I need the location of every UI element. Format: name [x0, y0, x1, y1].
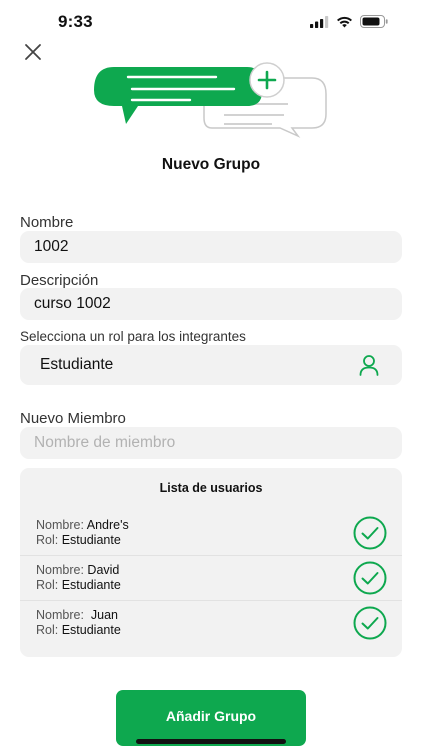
list-item: Nombre: Juan Rol: Estudiante: [20, 601, 402, 645]
user-role-prefix: Rol:: [36, 578, 59, 592]
role-label: Selecciona un rol para los integrantes: [20, 329, 246, 344]
page-title: Nuevo Grupo: [161, 156, 261, 173]
role-value: Estudiante: [40, 356, 114, 373]
description-label: Descripción: [20, 272, 99, 289]
wifi-icon: [337, 16, 352, 27]
member-label: Nuevo Miembro: [20, 410, 126, 427]
user-role: Estudiante: [61, 578, 121, 592]
person-icon: [359, 355, 379, 376]
list-item: Nombre: David Rol: Estudiante: [20, 556, 402, 601]
add-group-button[interactable]: Añadir Grupo: [116, 690, 306, 746]
user-list-title: Lista de usuarios: [159, 481, 263, 495]
check-circle-icon[interactable]: [353, 516, 387, 550]
user-role-prefix: Rol:: [36, 623, 59, 637]
group-chat-illustration: [94, 62, 327, 138]
user-name-prefix: Nombre:: [36, 563, 84, 577]
battery-icon: [360, 15, 388, 28]
signal-icon: [310, 15, 329, 28]
description-field[interactable]: curso 1002: [20, 288, 402, 320]
user-name: David: [87, 563, 120, 577]
user-name: Andre's: [86, 518, 129, 532]
close-button[interactable]: [20, 39, 46, 65]
status-bar: 9:33: [0, 0, 422, 46]
user-name: Juan: [87, 608, 119, 622]
user-name-prefix: Nombre:: [36, 608, 84, 622]
member-name-input[interactable]: Nombre de miembro: [20, 427, 402, 459]
role-selector[interactable]: Estudiante: [20, 345, 402, 385]
status-time: 9:33: [58, 12, 93, 31]
status-icons: [310, 15, 388, 28]
home-indicator: [136, 739, 286, 744]
check-circle-icon[interactable]: [353, 561, 387, 595]
list-item: Nombre: Andre's Rol: Estudiante: [20, 511, 402, 556]
name-field[interactable]: 1002: [20, 231, 402, 263]
name-label: Nombre: [20, 214, 74, 231]
user-role: Estudiante: [61, 533, 121, 547]
user-role: Estudiante: [61, 623, 121, 637]
check-circle-icon[interactable]: [353, 606, 387, 640]
close-icon: [25, 44, 41, 60]
user-list: Lista de usuarios Nombre: Andre's Rol: E…: [20, 468, 402, 657]
user-name-prefix: Nombre:: [36, 518, 84, 532]
user-role-prefix: Rol:: [36, 533, 59, 547]
